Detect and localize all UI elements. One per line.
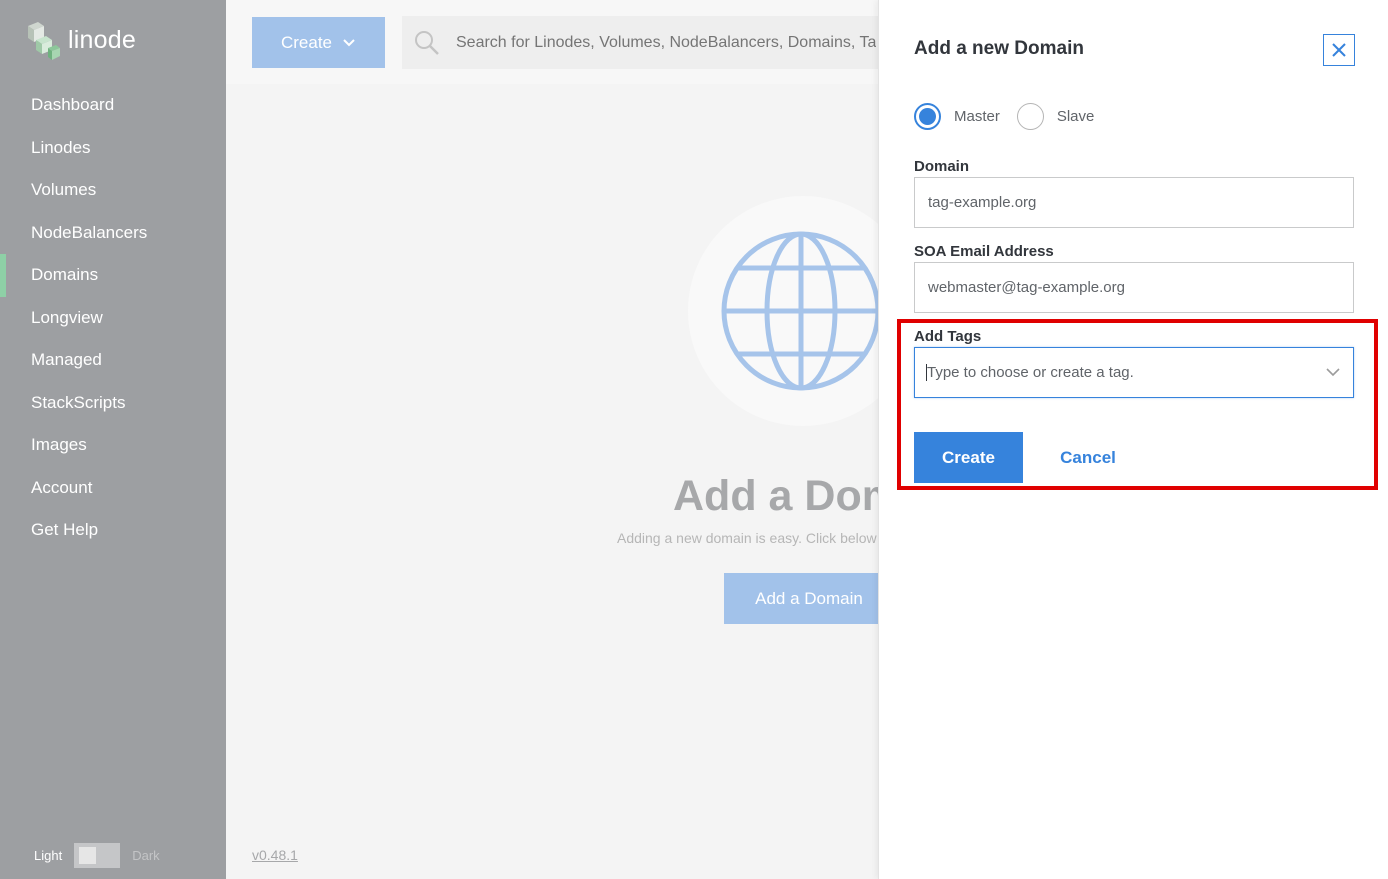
domain-input[interactable]: tag-example.org [914, 177, 1354, 228]
globe-icon [721, 231, 881, 391]
radio-selected-dot [919, 108, 936, 125]
search-icon [415, 30, 439, 55]
master-radio-label[interactable]: Master [954, 108, 1000, 125]
linode-logo[interactable]: linode [24, 18, 136, 62]
sidebar-item-volumes[interactable]: Volumes [0, 169, 226, 212]
sidebar-item-get-help[interactable]: Get Help [0, 509, 226, 552]
sidebar-item-dashboard[interactable]: Dashboard [0, 84, 226, 127]
cancel-button[interactable]: Cancel [1054, 432, 1122, 483]
chevron-down-icon [343, 38, 355, 46]
soa-email-label: SOA Email Address [914, 243, 1054, 260]
sidebar-item-domains[interactable]: Domains [0, 254, 226, 297]
sidebar: linode Dashboard Linodes Volumes NodeBal… [0, 0, 226, 879]
create-menu-button[interactable]: Create [252, 17, 385, 68]
add-domain-button[interactable]: Add a Domain [724, 573, 894, 624]
logo-text: linode [68, 25, 136, 54]
theme-light-label: Light [34, 848, 63, 863]
add-tags-label: Add Tags [914, 328, 982, 345]
tags-placeholder: Type to choose or create a tag. [927, 364, 1134, 381]
sidebar-item-linodes[interactable]: Linodes [0, 127, 226, 170]
sidebar-item-stackscripts[interactable]: StackScripts [0, 382, 226, 425]
theme-toggle-switch[interactable] [74, 843, 121, 868]
top-bar: Create [226, 0, 878, 84]
theme-dark-label: Dark [132, 848, 160, 863]
add-domain-drawer: Add a new Domain Master Slave Domain tag… [878, 0, 1388, 879]
version-link[interactable]: v0.48.1 [252, 847, 298, 863]
chevron-down-icon[interactable] [1325, 366, 1341, 378]
sidebar-item-nodebalancers[interactable]: NodeBalancers [0, 212, 226, 255]
domain-type-radio-group: Master Slave [914, 103, 1111, 130]
slave-radio-label[interactable]: Slave [1057, 108, 1095, 125]
linode-logo-icon [28, 22, 60, 60]
close-drawer-button[interactable] [1323, 34, 1355, 66]
master-radio[interactable] [914, 103, 941, 130]
main-content: Add a Domain Adding a new domain is easy… [226, 84, 987, 879]
close-icon [1332, 43, 1346, 57]
sidebar-item-images[interactable]: Images [0, 424, 226, 467]
slave-radio[interactable] [1016, 103, 1044, 130]
sidebar-item-managed[interactable]: Managed [0, 339, 226, 382]
create-button-label: Create [280, 32, 333, 52]
theme-toggle: Light Dark [34, 843, 160, 868]
sidebar-item-longview[interactable]: Longview [0, 297, 226, 340]
soa-email-input[interactable]: webmaster@tag-example.org [914, 262, 1354, 313]
drawer-title: Add a new Domain [914, 38, 1084, 59]
sidebar-item-account[interactable]: Account [0, 467, 226, 510]
search-bar [402, 16, 878, 69]
search-input[interactable] [456, 33, 876, 52]
tags-select-input[interactable]: Type to choose or create a tag. [914, 347, 1354, 398]
domain-label: Domain [914, 158, 970, 175]
sidebar-nav: Dashboard Linodes Volumes NodeBalancers … [0, 84, 226, 552]
create-domain-button[interactable]: Create [914, 432, 1023, 483]
theme-toggle-knob [79, 847, 97, 864]
